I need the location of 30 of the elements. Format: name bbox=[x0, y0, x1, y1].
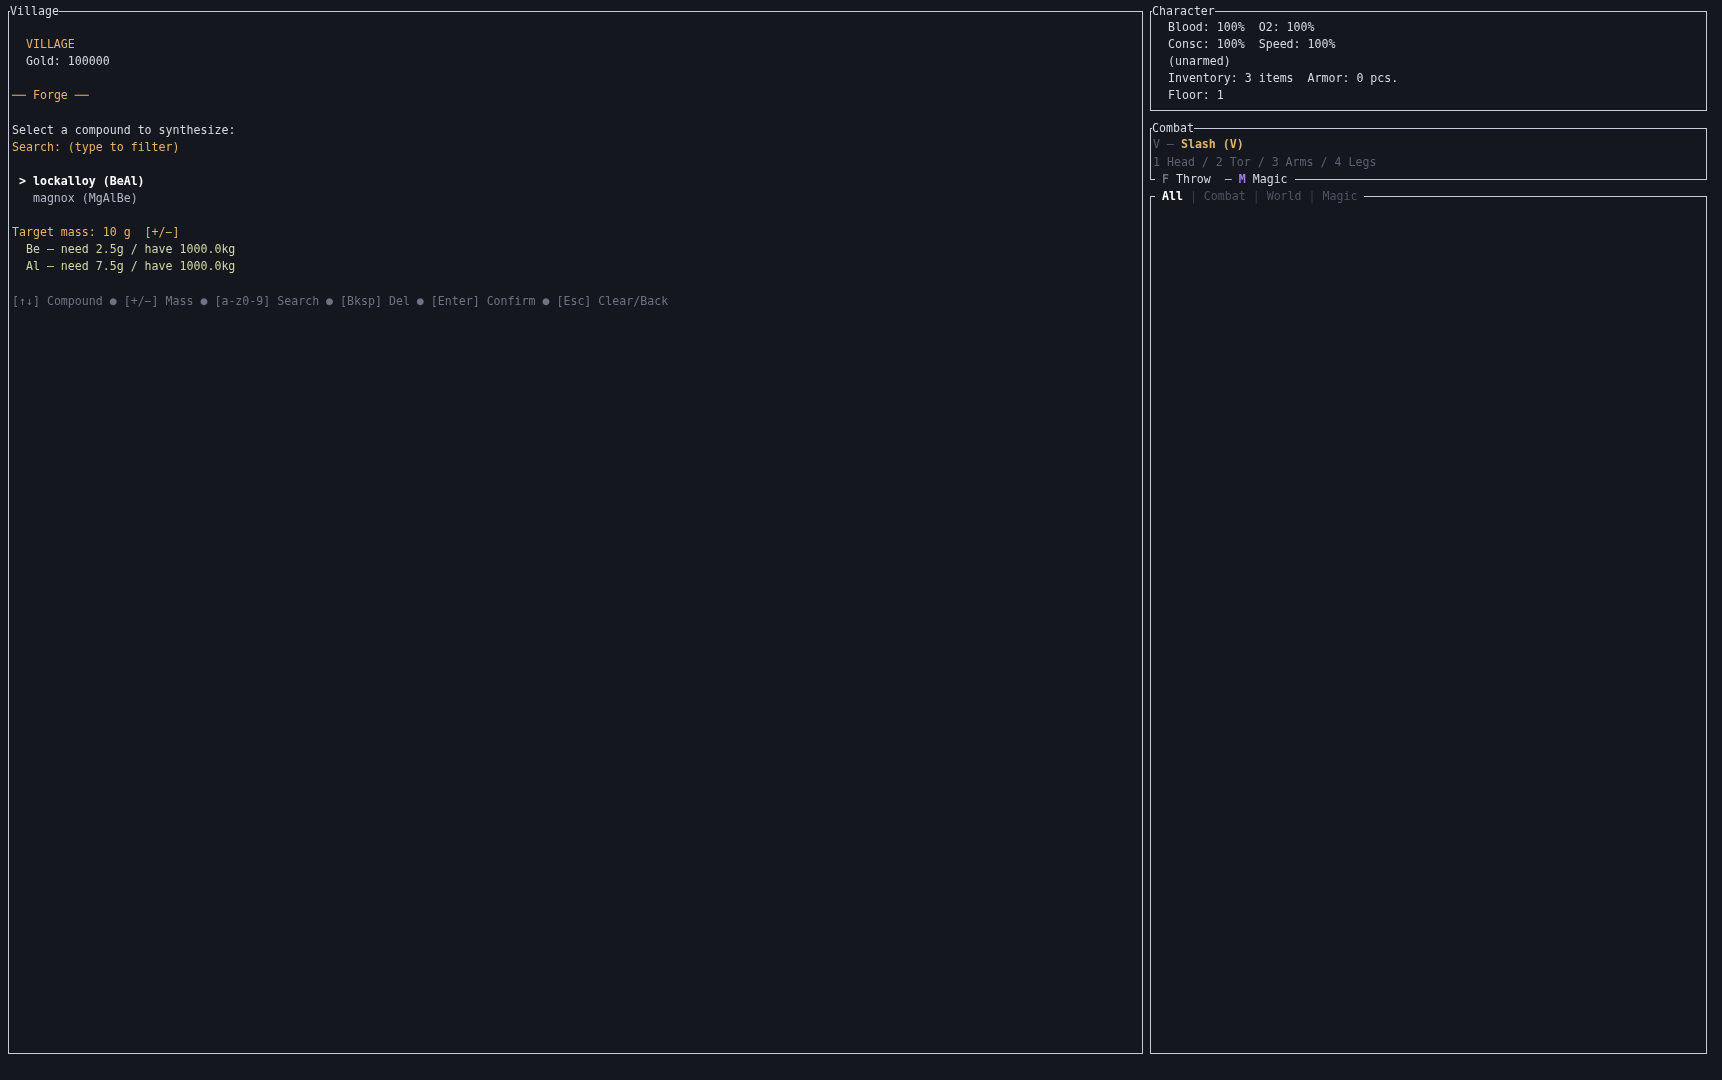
tab-separator: | bbox=[1252, 187, 1260, 205]
key-help: [↑↓] Compound ● [+/−] Mass ● [a-z0-9] Search ● [Bksp] Del ● [Enter] Confirm ● [Esc] Clear/Back bbox=[12, 292, 669, 310]
requirement-line: Be – need 2.5g / have 1000.0kg bbox=[25, 241, 236, 259]
panel-title: Village bbox=[10, 3, 59, 21]
target-parts: 1 Head / 2 Tor / 3 Arms / 4 Legs bbox=[1153, 153, 1377, 171]
heading: VILLAGE bbox=[25, 36, 75, 54]
key-label: V – bbox=[1153, 136, 1174, 154]
tab-separator: | bbox=[1308, 187, 1316, 205]
target-mass: Target mass: 10 g [+/−] bbox=[12, 224, 180, 242]
separator-dash: — bbox=[1224, 170, 1232, 188]
stat-line: Floor: 1 bbox=[1167, 87, 1224, 105]
stat-line: (unarmed) bbox=[1167, 53, 1231, 71]
stat-line: Blood: 100% O2: 100% bbox=[1167, 19, 1315, 36]
action-label[interactable]: Magic bbox=[1252, 170, 1288, 188]
search-field[interactable]: Search: (type to filter) bbox=[12, 138, 180, 156]
requirement-line: Al – need 7.5g / have 1000.0kg bbox=[25, 258, 236, 276]
key-label: M bbox=[1238, 170, 1246, 188]
stat-line: Inventory: 3 items Armor: 0 pcs. bbox=[1167, 70, 1399, 88]
prompt-text: Select a compound to synthesize: bbox=[12, 121, 236, 139]
stat-line: Consc: 100% Speed: 100% bbox=[1167, 36, 1336, 54]
compound-item[interactable]: lockalloy (BeAl) bbox=[32, 172, 145, 190]
tab-separator: | bbox=[1189, 187, 1197, 205]
cursor-marker: > bbox=[18, 172, 27, 190]
key-label: F bbox=[1161, 170, 1169, 188]
action-label[interactable]: Throw bbox=[1175, 170, 1211, 188]
currency-amount: Gold: 100000 bbox=[25, 53, 110, 71]
compound-item[interactable]: magnox (MgAlBe) bbox=[32, 189, 138, 208]
section-heading: ── Forge ── bbox=[12, 87, 89, 105]
attack-action[interactable]: Slash (V) bbox=[1180, 136, 1244, 154]
log-tab[interactable]: All bbox=[1161, 187, 1183, 205]
